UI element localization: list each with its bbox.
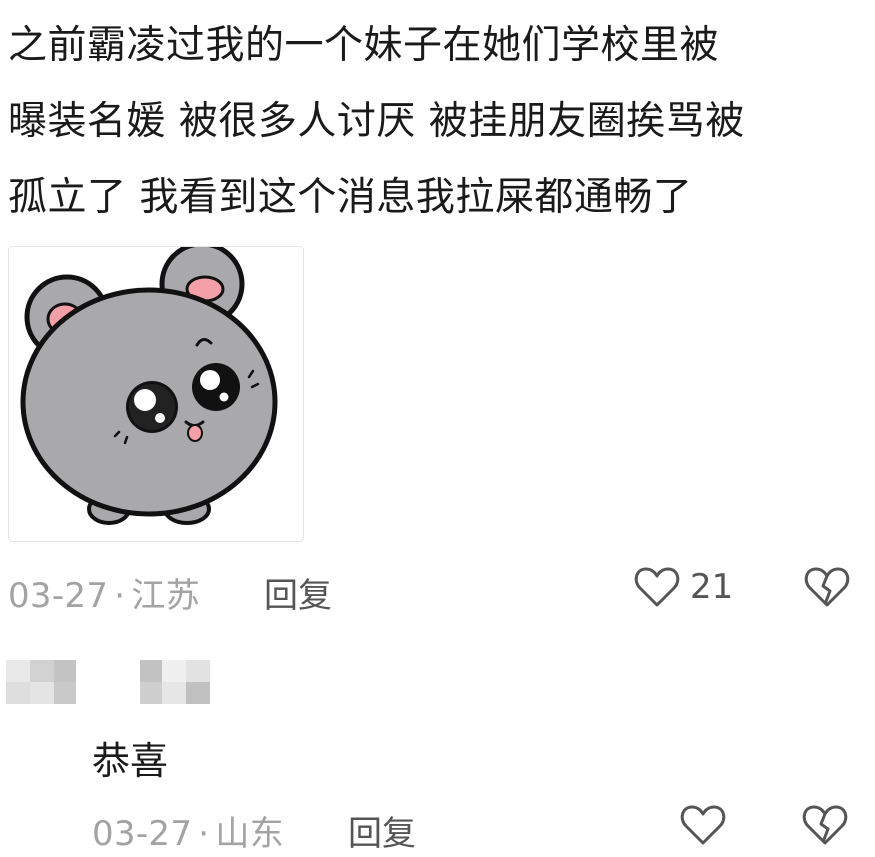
post-like-button[interactable]: 21 bbox=[634, 566, 733, 608]
post-text-line-1: 之前霸凌过我的一个妹子在她们学校里被 bbox=[8, 23, 720, 68]
pixelated-name-block-1 bbox=[6, 660, 76, 704]
heart-outline-icon bbox=[634, 567, 680, 607]
post-text-line-3: 孤立了 我看到这个消息我拉屎都通畅了 bbox=[8, 175, 693, 220]
reply-reply-button[interactable]: 回复 bbox=[348, 806, 416, 855]
reply-date-location: 03-27 · 山东 bbox=[92, 806, 284, 855]
post-meta-row: 03-27 · 江苏 回复 21 bbox=[8, 566, 868, 616]
post-date: 03-27 bbox=[8, 576, 109, 616]
post-text: 之前霸凌过我的一个妹子在她们学校里被 曝装名媛 被很多人讨厌 被挂朋友圈挨骂被 … bbox=[8, 8, 868, 236]
mouse-sticker-icon bbox=[20, 247, 278, 525]
reply-like-button[interactable] bbox=[680, 804, 726, 846]
post-date-location: 03-27 · 江苏 bbox=[8, 568, 200, 617]
reply-date: 03-27 bbox=[92, 814, 193, 854]
pixelated-name-block-2 bbox=[140, 660, 210, 704]
broken-heart-icon bbox=[802, 805, 848, 845]
reply-username-pixelated[interactable] bbox=[6, 660, 210, 704]
heart-outline-icon bbox=[680, 805, 726, 845]
reply-meta-row: 03-27 · 山东 回复 bbox=[92, 804, 868, 854]
broken-heart-icon bbox=[804, 567, 850, 607]
post-location: 江苏 bbox=[131, 576, 201, 616]
post-like-count: 21 bbox=[690, 567, 734, 607]
reply-location: 山东 bbox=[215, 814, 285, 854]
separator-dot: · bbox=[114, 576, 126, 616]
reply-text: 恭喜 bbox=[92, 739, 169, 783]
post-reply-button[interactable]: 回复 bbox=[264, 568, 332, 617]
post-text-line-2: 曝装名媛 被很多人讨厌 被挂朋友圈挨骂被 bbox=[8, 99, 745, 144]
post-dislike-button[interactable] bbox=[804, 566, 850, 617]
reply-dislike-button[interactable] bbox=[802, 804, 848, 855]
mouse-sticker-image[interactable] bbox=[8, 246, 304, 542]
separator-dot: · bbox=[198, 814, 210, 854]
